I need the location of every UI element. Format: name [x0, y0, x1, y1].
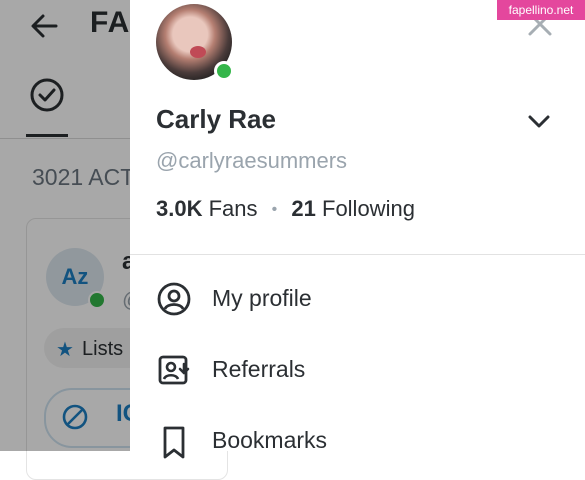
bookmark-icon [163, 426, 185, 459]
username-handle: @carlyraesummers [156, 148, 348, 173]
menu-item-referrals[interactable]: Referrals [130, 340, 585, 400]
profile-drawer: Carly Rae @carlyraesummers 3.0K Fans • 2… [130, 0, 585, 459]
menu-item-my-profile[interactable]: My profile [130, 269, 585, 329]
watermark: fapellino.net [497, 0, 585, 20]
menu-label-my-profile: My profile [212, 285, 312, 311]
stats-separator: • [271, 201, 278, 218]
menu-label-referrals: Referrals [212, 356, 306, 382]
following-count[interactable]: 21 [291, 196, 315, 221]
fans-count[interactable]: 3.0K [156, 196, 202, 221]
profile-icon [157, 282, 191, 316]
online-status-indicator [214, 61, 234, 81]
menu-label-bookmarks: Bookmarks [212, 427, 328, 453]
drawer-divider [130, 254, 585, 255]
fans-label[interactable]: Fans [209, 196, 258, 221]
avatar-photo-detail [190, 46, 206, 58]
referrals-icon [158, 355, 190, 385]
menu-item-bookmarks[interactable]: Bookmarks [130, 411, 585, 471]
display-name: Carly Rae [156, 104, 276, 134]
following-label[interactable]: Following [322, 196, 415, 221]
follow-stats: 3.0K Fans • 21 Following [156, 196, 415, 222]
chevron-down-icon[interactable] [526, 108, 552, 134]
